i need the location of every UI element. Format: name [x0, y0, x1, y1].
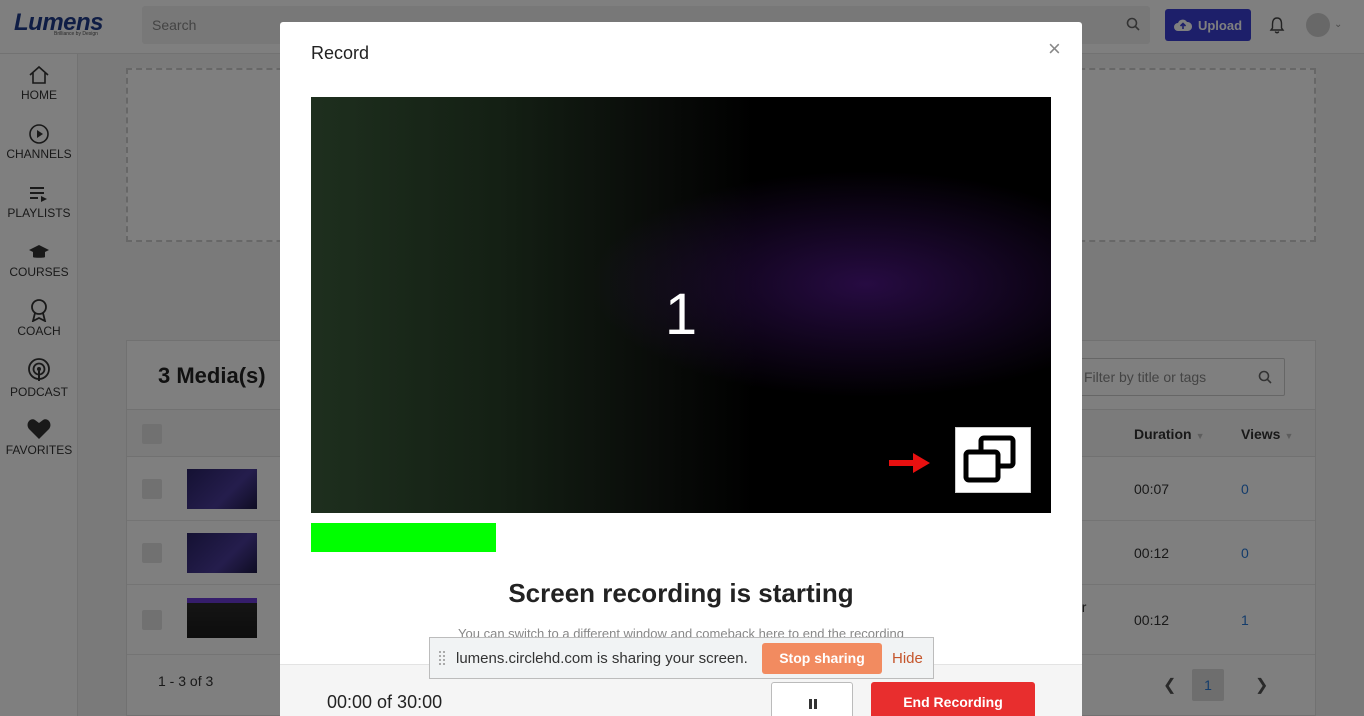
- drag-handle-icon[interactable]: [439, 651, 445, 665]
- picture-in-picture-button[interactable]: [955, 427, 1031, 493]
- stop-sharing-button[interactable]: Stop sharing: [762, 643, 882, 674]
- record-modal: Record × 1 Screen recording is starting …: [280, 22, 1082, 716]
- pip-icon: [963, 435, 1016, 483]
- end-recording-button[interactable]: End Recording: [871, 682, 1035, 716]
- arrow-right-icon: [889, 453, 930, 473]
- audio-level-meter: [311, 523, 496, 552]
- modal-title: Record: [311, 43, 370, 63]
- recording-status: Screen recording is starting: [508, 578, 854, 608]
- close-icon[interactable]: ×: [1048, 38, 1061, 60]
- screen-share-bar: lumens.circlehd.com is sharing your scre…: [429, 637, 934, 679]
- recording-timer: 00:00 of 30:00: [327, 692, 443, 712]
- recording-preview: 1: [311, 97, 1051, 513]
- countdown-number: 1: [664, 282, 698, 347]
- hide-link[interactable]: Hide: [892, 650, 923, 667]
- pause-icon: [809, 699, 817, 709]
- share-message: lumens.circlehd.com is sharing your scre…: [456, 650, 748, 667]
- pause-button[interactable]: [771, 682, 853, 716]
